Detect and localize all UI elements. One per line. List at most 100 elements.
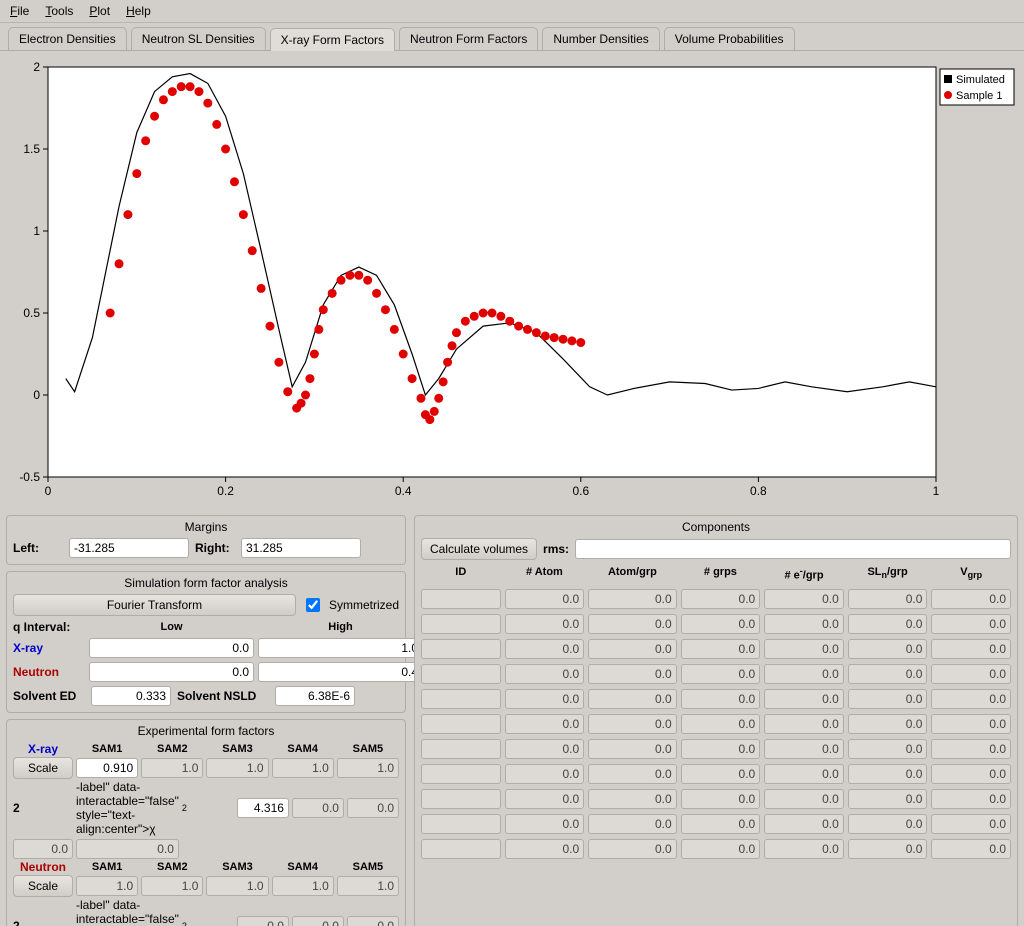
exp-xray-label: X-ray xyxy=(13,742,73,756)
menu-file[interactable]: File xyxy=(10,4,29,18)
comp-cell xyxy=(505,814,585,834)
rms-input[interactable] xyxy=(575,539,1011,559)
exp-χ<span class=: 2 xyxy=(13,919,73,926)
comp-cell xyxy=(588,814,676,834)
margins-right-input[interactable] xyxy=(241,538,361,558)
exp-cell[interactable] xyxy=(237,798,289,818)
experimental-panel: Experimental form factors X-raySAM1SAM2S… xyxy=(6,719,406,926)
xray-high-input[interactable] xyxy=(258,638,423,658)
q-interval-label: q Interval: xyxy=(13,620,85,634)
comp-cell xyxy=(931,614,1011,634)
calculate-volumes-button[interactable]: Calculate volumes xyxy=(421,538,537,560)
tab-bar: Electron Densities Neutron SL Densities … xyxy=(0,23,1024,51)
comp-cell xyxy=(505,764,585,784)
exp-col-header: SAM5 xyxy=(337,861,399,873)
comp-cell xyxy=(588,689,676,709)
margins-title: Margins xyxy=(13,520,399,534)
comp-cell xyxy=(931,789,1011,809)
exp-col-header: SAM3 xyxy=(206,743,268,755)
comp-cell xyxy=(681,839,761,859)
fourier-transform-button[interactable]: Fourier Transform xyxy=(13,594,296,616)
comp-cell xyxy=(505,739,585,759)
comp-cell xyxy=(848,639,928,659)
comp-cell xyxy=(931,689,1011,709)
margins-left-label: Left: xyxy=(13,541,63,555)
tab-neutron-sl-densities[interactable]: Neutron SL Densities xyxy=(131,27,266,50)
comp-cell xyxy=(931,664,1011,684)
svg-text:Simulated: Simulated xyxy=(956,74,1005,86)
tab-xray-form-factors[interactable]: X-ray Form Factors xyxy=(270,28,395,51)
neutron-high-input[interactable] xyxy=(258,662,423,682)
comp-cell xyxy=(764,789,844,809)
high-header: High xyxy=(258,621,423,633)
comp-cell xyxy=(764,614,844,634)
exp-cell xyxy=(272,876,334,896)
comp-cell xyxy=(681,689,761,709)
comp-header: SLn/grp xyxy=(848,564,928,584)
comp-cell xyxy=(505,689,585,709)
symmetrized-checkbox[interactable] xyxy=(306,598,320,612)
components-panel: Components Calculate volumes rms: ID# At… xyxy=(414,515,1018,926)
comp-cell xyxy=(505,839,585,859)
neutron-low-input[interactable] xyxy=(89,662,254,682)
tab-volume-probabilities[interactable]: Volume Probabilities xyxy=(664,27,795,50)
exp-neutron-label: Neutron xyxy=(13,860,73,874)
comp-cell xyxy=(848,764,928,784)
exp-title: Experimental form factors xyxy=(13,724,399,738)
comp-cell xyxy=(421,764,501,784)
menu-plot[interactable]: Plot xyxy=(89,4,110,18)
margins-right-label: Right: xyxy=(195,541,235,555)
comp-cell xyxy=(505,639,585,659)
comp-cell xyxy=(848,714,928,734)
exp-cell xyxy=(272,758,334,778)
comp-cell xyxy=(421,614,501,634)
comp-cell xyxy=(421,689,501,709)
comp-cell xyxy=(764,739,844,759)
svg-text:-0.5: -0.5 xyxy=(19,470,40,484)
scale-button[interactable]: Scale xyxy=(13,875,73,897)
xray-low-input[interactable] xyxy=(89,638,254,658)
comp-cell xyxy=(848,839,928,859)
solvent-nsld-input[interactable] xyxy=(275,686,355,706)
comp-cell xyxy=(848,689,928,709)
neutron-row-label: Neutron xyxy=(13,665,85,679)
comp-cell xyxy=(421,639,501,659)
solvent-ed-label: Solvent ED xyxy=(13,689,85,703)
exp-cell xyxy=(337,758,399,778)
scale-button[interactable]: Scale xyxy=(13,757,73,779)
comp-cell xyxy=(848,589,928,609)
comp-cell xyxy=(588,664,676,684)
exp-col-header: SAM5 xyxy=(337,743,399,755)
margins-panel: Margins Left: Right: xyxy=(6,515,406,565)
chart-svg[interactable]: 00.20.40.60.81-0.500.511.52SimulatedSamp… xyxy=(8,57,1016,507)
comp-cell xyxy=(931,739,1011,759)
comp-cell xyxy=(681,739,761,759)
tab-neutron-form-factors[interactable]: Neutron Form Factors xyxy=(399,27,538,50)
svg-text:0.8: 0.8 xyxy=(750,484,767,498)
tab-electron-densities[interactable]: Electron Densities xyxy=(8,27,127,50)
menu-help[interactable]: Help xyxy=(126,4,151,18)
margins-left-input[interactable] xyxy=(69,538,189,558)
comp-cell xyxy=(421,714,501,734)
comp-cell xyxy=(588,739,676,759)
comp-cell xyxy=(848,614,928,634)
tab-number-densities[interactable]: Number Densities xyxy=(542,27,659,50)
comp-cell xyxy=(588,764,676,784)
comp-header: # grps xyxy=(681,564,761,584)
comp-cell xyxy=(588,639,676,659)
comp-cell xyxy=(931,589,1011,609)
comp-cell xyxy=(505,789,585,809)
comp-cell xyxy=(764,814,844,834)
exp-cell xyxy=(141,758,203,778)
solvent-ed-input[interactable] xyxy=(91,686,171,706)
comp-cell xyxy=(764,664,844,684)
svg-text:0: 0 xyxy=(33,388,40,402)
menu-tools[interactable]: Tools xyxy=(45,4,73,18)
exp-cell[interactable] xyxy=(76,758,138,778)
svg-text:Sample 1: Sample 1 xyxy=(956,90,1002,102)
sim-title: Simulation form factor analysis xyxy=(13,576,399,590)
solvent-nsld-label: Solvent NSLD xyxy=(177,689,269,703)
comp-cell xyxy=(764,714,844,734)
comp-cell xyxy=(931,839,1011,859)
comp-cell xyxy=(421,589,501,609)
